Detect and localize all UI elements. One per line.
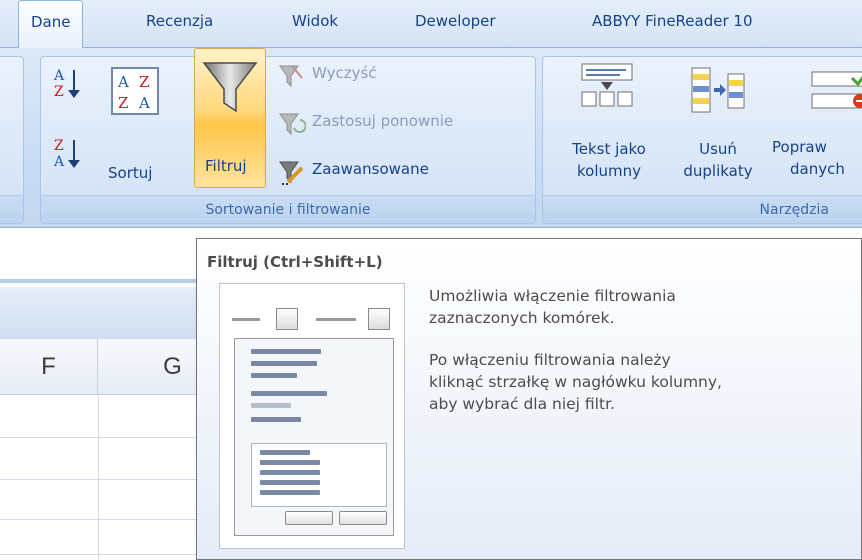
- data-validation-label-2: danych: [790, 160, 845, 178]
- data-validation-label-1: Popraw: [772, 138, 827, 156]
- data-validation-button[interactable]: Popraw danych: [772, 60, 862, 194]
- column-header-f[interactable]: F: [0, 339, 98, 395]
- tab-recenzja[interactable]: Recenzja: [146, 12, 213, 36]
- preview-list-item: [260, 470, 320, 475]
- text-to-columns-icon: [581, 63, 633, 107]
- sort-button-label: Sortuj: [108, 164, 153, 182]
- text-to-columns-label-1: Tekst jako: [572, 140, 646, 158]
- column-gridline: [98, 395, 99, 560]
- svg-text:Z: Z: [54, 84, 64, 100]
- tab-abbyy[interactable]: ABBYY FineReader 10: [592, 12, 753, 36]
- tab-widok[interactable]: Widok: [292, 12, 338, 36]
- preview-menu-item: [251, 349, 321, 354]
- filter-tooltip: Filtruj (Ctrl+Shift+L) Umożliwia włączen…: [196, 238, 862, 560]
- preview-list-item: [260, 460, 320, 465]
- svg-text:Z: Z: [139, 73, 149, 91]
- clear-filter-label: Wyczyść: [312, 64, 377, 82]
- funnel-icon: [202, 62, 258, 113]
- tooltip-description-line-5: aby wybrać dla niej filtr.: [429, 395, 615, 413]
- sort-z-to-a-button[interactable]: Z A: [52, 134, 92, 174]
- preview-menu-item: [251, 391, 327, 396]
- group-caption-sort-filter: Sortowanie i filtrowanie: [41, 195, 535, 223]
- tab-dane[interactable]: Dane: [18, 0, 84, 49]
- tooltip-preview-image: [219, 283, 405, 549]
- text-to-columns-button[interactable]: Tekst jako kolumny: [552, 60, 664, 194]
- preview-menu-item: [251, 403, 291, 408]
- preview-list-item: [260, 490, 320, 495]
- sort-button[interactable]: A Z Z A Sortuj: [100, 62, 180, 190]
- svg-text:A: A: [53, 154, 65, 170]
- preview-ok-button: [285, 511, 333, 525]
- group-caption-previous: [0, 195, 23, 223]
- preview-menu-item: [251, 373, 297, 378]
- tooltip-description-line-2: zaznaczonych komórek.: [429, 309, 615, 327]
- svg-text:Z: Z: [54, 138, 64, 154]
- preview-list-item: [260, 480, 320, 485]
- preview-header-line: [316, 318, 356, 321]
- svg-text:A: A: [117, 73, 129, 91]
- data-validation-icon: [811, 71, 862, 109]
- preview-header-line: [232, 318, 260, 321]
- sort-a-to-z-button[interactable]: A Z: [52, 64, 92, 104]
- advanced-filter-button[interactable]: Zaawansowane: [276, 156, 486, 186]
- group-caption-tools: Narzędzia: [543, 195, 862, 223]
- sort-dialog-icon: A Z Z A: [111, 67, 159, 115]
- tooltip-description-line-3: Po włączeniu filtrowania należy: [429, 351, 671, 369]
- preview-menu-item: [251, 361, 317, 366]
- preview-cancel-button: [339, 511, 387, 525]
- tooltip-title: Filtruj (Ctrl+Shift+L): [207, 253, 383, 271]
- remove-duplicates-button[interactable]: Usuń duplikaty: [666, 60, 770, 194]
- sort-z-to-a-icon: Z A: [53, 138, 80, 170]
- svg-text:A: A: [138, 94, 150, 112]
- filter-button-label: Filtruj: [205, 157, 247, 175]
- remove-duplicates-label-1: Usuń: [699, 140, 737, 158]
- tooltip-description-line-1: Umożliwia włączenie filtrowania: [429, 287, 676, 305]
- sort-a-to-z-icon: A Z: [53, 68, 80, 100]
- text-to-columns-label-2: kolumny: [577, 162, 641, 180]
- remove-duplicates-icon: [691, 67, 745, 113]
- tooltip-description-line-4: kliknąć strzałkę w nagłówku kolumny,: [429, 373, 722, 391]
- remove-duplicates-label-2: duplikaty: [683, 162, 753, 180]
- reapply-button[interactable]: Zastosuj ponownie: [276, 108, 536, 138]
- advanced-filter-icon: [279, 161, 304, 185]
- clear-filter-icon: [279, 65, 303, 88]
- reapply-icon: [279, 113, 306, 136]
- tab-deweloper[interactable]: Deweloper: [415, 12, 496, 36]
- preview-value-list: [251, 443, 387, 507]
- svg-text:A: A: [53, 68, 65, 84]
- preview-filter-dropdown-icon: [276, 308, 298, 330]
- clear-filter-button[interactable]: Wyczyść: [276, 60, 436, 90]
- filter-button[interactable]: Filtruj: [194, 48, 266, 188]
- ribbon-tab-row: Dane Recenzja Widok Deweloper ABBYY Fine…: [0, 0, 862, 49]
- ribbon-group-previous: [0, 56, 24, 224]
- advanced-filter-label: Zaawansowane: [312, 160, 429, 178]
- preview-filtered-dropdown-icon: [368, 308, 390, 330]
- reapply-label: Zastosuj ponownie: [312, 112, 454, 130]
- preview-filter-menu: [234, 338, 394, 536]
- preview-list-item: [260, 450, 310, 455]
- preview-menu-item: [251, 417, 301, 422]
- svg-text:Z: Z: [118, 94, 128, 112]
